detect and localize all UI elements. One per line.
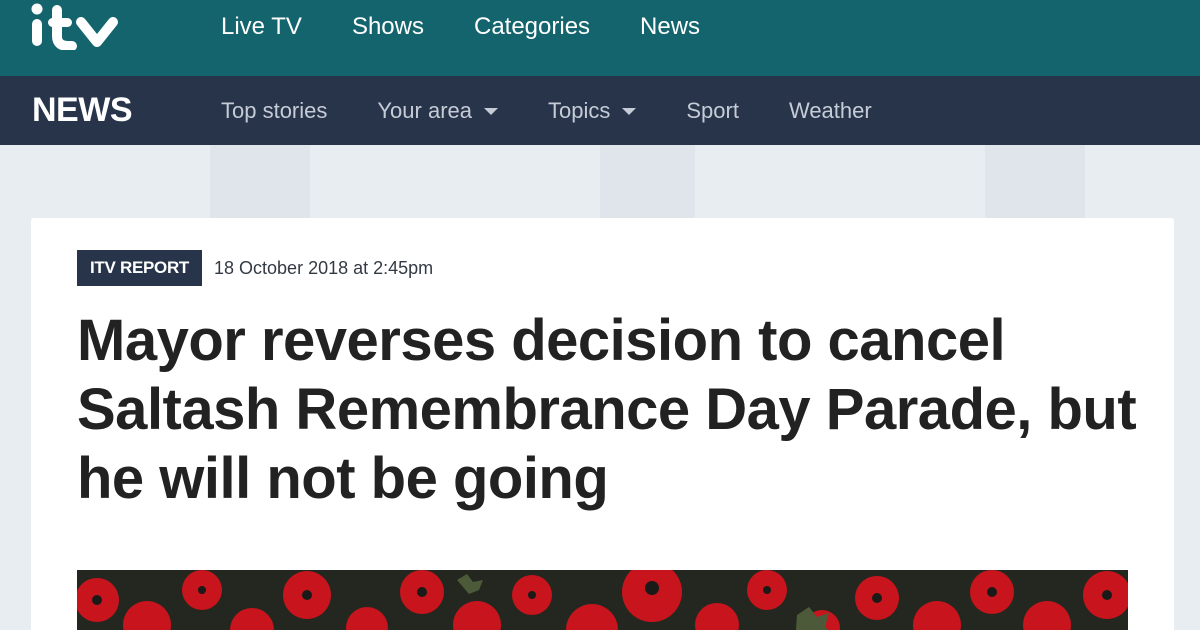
subnav-your-area-label: Your area: [377, 98, 472, 123]
article-meta: ITV REPORT 18 October 2018 at 2:45pm: [77, 250, 433, 286]
news-nav: Top stories Your area Topics Sport Weath…: [221, 96, 922, 126]
itv-report-badge[interactable]: ITV REPORT: [77, 250, 203, 286]
chevron-down-icon: [484, 107, 498, 115]
subnav-top-stories[interactable]: Top stories: [221, 96, 327, 126]
article-date: 18 October 2018 at 2:45pm: [214, 257, 434, 278]
article-card: ITV REPORT 18 October 2018 at 2:45pm May…: [31, 218, 1174, 630]
primary-nav: Live TV Shows Categories News: [221, 12, 750, 42]
subnav-your-area[interactable]: Your area: [377, 96, 498, 126]
nav-categories[interactable]: Categories: [474, 12, 590, 42]
nav-news[interactable]: News: [640, 12, 700, 42]
subnav-weather-label: Weather: [788, 98, 872, 123]
subnav-topics[interactable]: Topics: [548, 96, 637, 126]
nav-shows[interactable]: Shows: [352, 12, 424, 42]
subnav-sport-label: Sport: [686, 98, 739, 123]
chevron-down-icon: [622, 107, 637, 115]
news-logo[interactable]: NEWS: [32, 90, 133, 130]
itv-logo[interactable]: [30, 2, 124, 50]
subnav-top-stories-label: Top stories: [221, 98, 328, 123]
subnav-topics-label: Topics: [548, 98, 611, 123]
nav-live-tv[interactable]: Live TV: [221, 12, 302, 42]
article-headline: Mayor reverses decision to cancel Saltas…: [77, 308, 1137, 511]
hero-image-poppies: [77, 570, 1128, 630]
subnav-weather[interactable]: Weather: [789, 96, 872, 126]
top-bar: Live TV Shows Categories News: [0, 0, 1200, 76]
news-bar: NEWS Top stories Your area Topics Sport …: [0, 76, 1200, 145]
poppies-image: [77, 570, 1128, 630]
subnav-sport[interactable]: Sport: [686, 96, 739, 126]
